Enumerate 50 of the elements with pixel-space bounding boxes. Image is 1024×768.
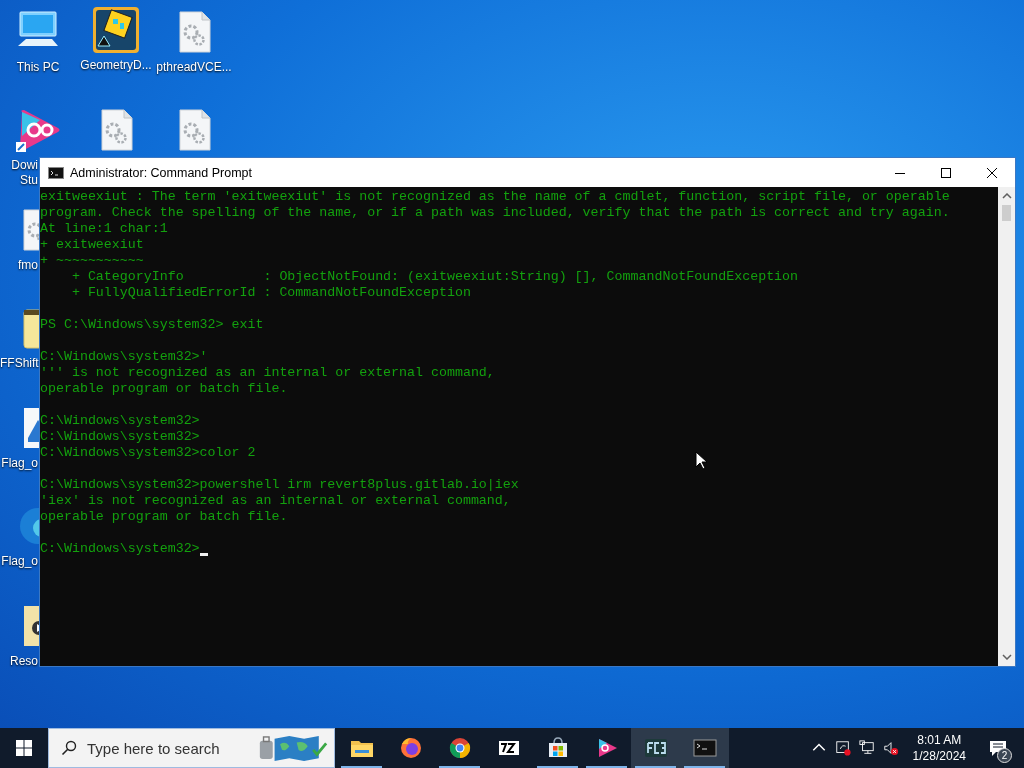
search-bar[interactable]: Type here to search: [48, 728, 335, 768]
icon-label: Dowi Stu: [10, 158, 38, 188]
console-line: + exitweexiut: [40, 237, 144, 253]
scroll-thumb[interactable]: [1002, 205, 1011, 221]
icon-label: GeometryD...: [80, 58, 152, 73]
game-icon[interactable]: [92, 6, 140, 54]
icon-label: fmo: [17, 258, 38, 273]
icon-label: This PC: [16, 60, 60, 75]
notification-badge: 2: [997, 748, 1012, 763]
search-icon: [61, 740, 77, 756]
icon-label: Reso: [9, 654, 38, 669]
console-line: C:\Windows\system32>: [40, 541, 200, 557]
clock-time[interactable]: 8:01 AM: [917, 732, 962, 748]
console-line: operable program or batch file.: [40, 509, 288, 525]
muted-speaker-icon[interactable]: [882, 740, 899, 756]
console-line: ''' is not recognized as an internal or external command,: [40, 365, 495, 381]
pointer-icon: [695, 451, 707, 470]
console-line: C:\Windows\system32>: [40, 413, 200, 429]
console-line: exitweexiut : The term 'exitweexiut' is not recognized as the name of a cmdlet, function, script file, or operable: [40, 189, 950, 205]
network-icon[interactable]: [858, 740, 875, 756]
console-line: program. Check the spelling of the name, or if a path was included, verify that the path is correct and try again.: [40, 205, 950, 221]
console-line: + FullyQualifiedErrorId : CommandNotFoundException: [70, 285, 471, 301]
icon-label: Flag_o: [0, 554, 38, 569]
window-title: Administrator: Command Prompt: [70, 165, 252, 180]
close-icon: [987, 167, 997, 178]
icon-label: pthreadVCE...: [156, 60, 232, 75]
console-line: C:\Windows\system32>': [40, 349, 208, 365]
scroll-down-icon[interactable]: [1001, 654, 1012, 660]
search-field[interactable]: Type here to search: [87, 739, 258, 757]
sync-icon[interactable]: [834, 740, 851, 756]
console-line: 'iex' is not recognized as an internal or external command,: [40, 493, 511, 509]
terminal-icon[interactable]: [680, 728, 729, 768]
maximize-icon: [941, 167, 951, 178]
icon-label: FFShift: [0, 356, 38, 371]
console-line: At line:1 char:1: [40, 221, 168, 237]
console-line: PS C:\Windows\system32> exit: [40, 317, 264, 333]
console-line: C:\Windows\system32>color 2: [40, 445, 256, 461]
terminal-icon: [48, 166, 64, 179]
windows-logo-icon: [16, 740, 32, 756]
console-line: + CategoryInfo : ObjectNotFound: (exitweexiut:String) [], CommandNotFoundException: [70, 269, 799, 285]
travel-map-icon: [258, 734, 328, 762]
console-line: + ~~~~~~~~~~~: [40, 253, 144, 269]
console-line: C:\Windows\system32>powershell irm revert8plus.gitlab.io|iex: [40, 477, 519, 493]
console-line: operable program or batch file.: [40, 381, 288, 397]
app-logo-icon[interactable]: [631, 728, 680, 768]
clock-date[interactable]: 1/28/2024: [912, 748, 966, 764]
console-line: C:\Windows\system32>: [40, 429, 200, 445]
icon-label: Flag_o: [0, 456, 38, 471]
scrollbar[interactable]: [998, 187, 1015, 666]
scroll-up-icon[interactable]: [1001, 193, 1012, 199]
